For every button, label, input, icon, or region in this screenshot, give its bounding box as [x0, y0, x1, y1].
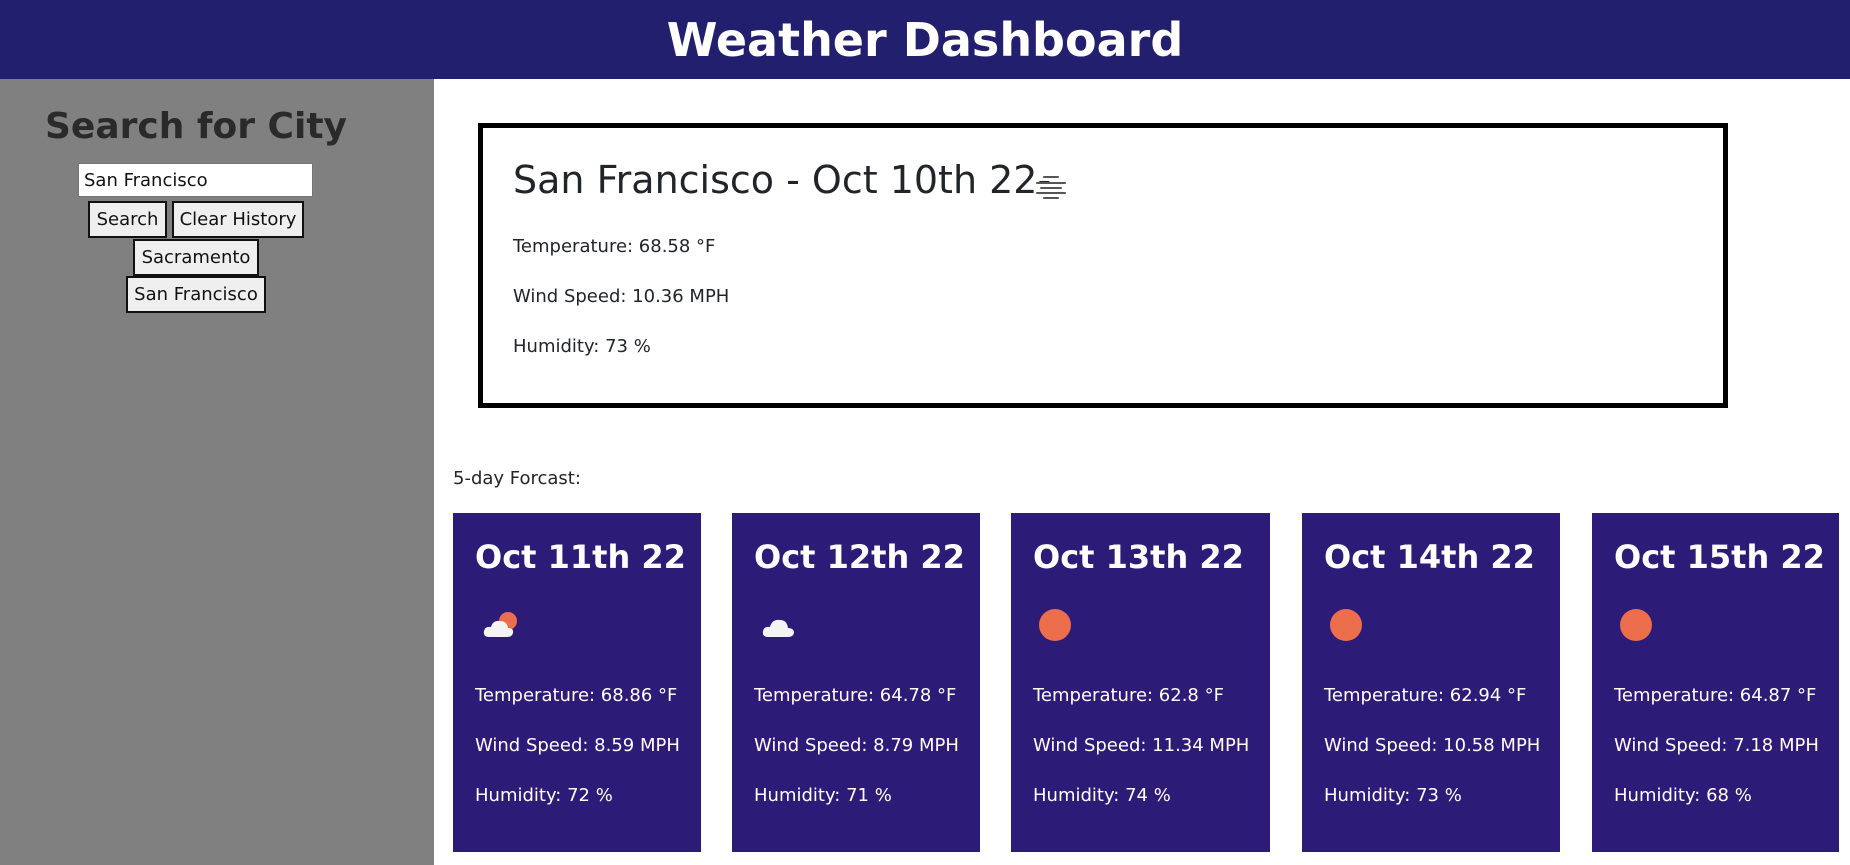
search-button[interactable]: Search [88, 201, 167, 238]
forecast-label: 5-day Forcast: [453, 468, 581, 489]
forecast-wind-speed: Wind Speed: 10.58 MPH [1324, 735, 1541, 756]
forecast-wind-speed: Wind Speed: 11.34 MPH [1033, 735, 1250, 756]
partly-cloudy-icon [481, 607, 525, 643]
forecast-card: Oct 12th 22 Temperature: 64.78 °F Wind S… [732, 513, 980, 852]
sun-icon [1039, 607, 1083, 643]
forecast-card: Oct 15th 22 Temperature: 64.87 °F Wind S… [1592, 513, 1839, 852]
clear-history-button[interactable]: Clear History [172, 201, 304, 238]
page-header: Weather Dashboard [0, 0, 1850, 79]
history-button-san-francisco[interactable]: San Francisco [126, 276, 266, 313]
forecast-temperature: Temperature: 62.8 °F [1033, 685, 1224, 706]
cloud-icon [760, 607, 804, 643]
main-content: San Francisco - Oct 10th 22- Temperature… [434, 79, 1850, 865]
forecast-humidity: Humidity: 71 % [754, 785, 892, 806]
forecast-temperature: Temperature: 62.94 °F [1324, 685, 1527, 706]
forecast-humidity: Humidity: 74 % [1033, 785, 1171, 806]
forecast-temperature: Temperature: 68.86 °F [475, 685, 678, 706]
current-humidity: Humidity: 73 % [513, 336, 651, 357]
forecast-humidity: Humidity: 68 % [1614, 785, 1752, 806]
sidebar: Search for City Search Clear History Sac… [0, 79, 434, 865]
forecast-humidity: Humidity: 72 % [475, 785, 613, 806]
search-heading: Search for City [44, 106, 347, 147]
forecast-humidity: Humidity: 73 % [1324, 785, 1462, 806]
current-temperature: Temperature: 68.58 °F [513, 236, 716, 257]
history-button-sacramento[interactable]: Sacramento [133, 239, 259, 276]
forecast-wind-speed: Wind Speed: 8.79 MPH [754, 735, 959, 756]
forecast-card: Oct 11th 22 Temperature: 68.86 °F Wind S… [453, 513, 701, 852]
forecast-date: Oct 14th 22 [1324, 538, 1535, 576]
sun-icon [1330, 607, 1374, 643]
forecast-temperature: Temperature: 64.87 °F [1614, 685, 1817, 706]
page-title: Weather Dashboard [666, 13, 1184, 67]
city-search-input[interactable] [78, 163, 313, 197]
sun-icon [1620, 607, 1664, 643]
forecast-date: Oct 11th 22 [475, 538, 686, 576]
forecast-wind-speed: Wind Speed: 7.18 MPH [1614, 735, 1819, 756]
current-city-title: San Francisco - Oct 10th 22- [513, 158, 1052, 202]
mist-icon [1033, 172, 1069, 202]
forecast-date: Oct 12th 22 [754, 538, 965, 576]
current-weather-card: San Francisco - Oct 10th 22- Temperature… [478, 123, 1728, 408]
current-wind-speed: Wind Speed: 10.36 MPH [513, 286, 730, 307]
forecast-card: Oct 13th 22 Temperature: 62.8 °F Wind Sp… [1011, 513, 1270, 852]
forecast-date: Oct 13th 22 [1033, 538, 1244, 576]
forecast-date: Oct 15th 22 [1614, 538, 1825, 576]
forecast-wind-speed: Wind Speed: 8.59 MPH [475, 735, 680, 756]
forecast-card: Oct 14th 22 Temperature: 62.94 °F Wind S… [1302, 513, 1560, 852]
forecast-temperature: Temperature: 64.78 °F [754, 685, 957, 706]
